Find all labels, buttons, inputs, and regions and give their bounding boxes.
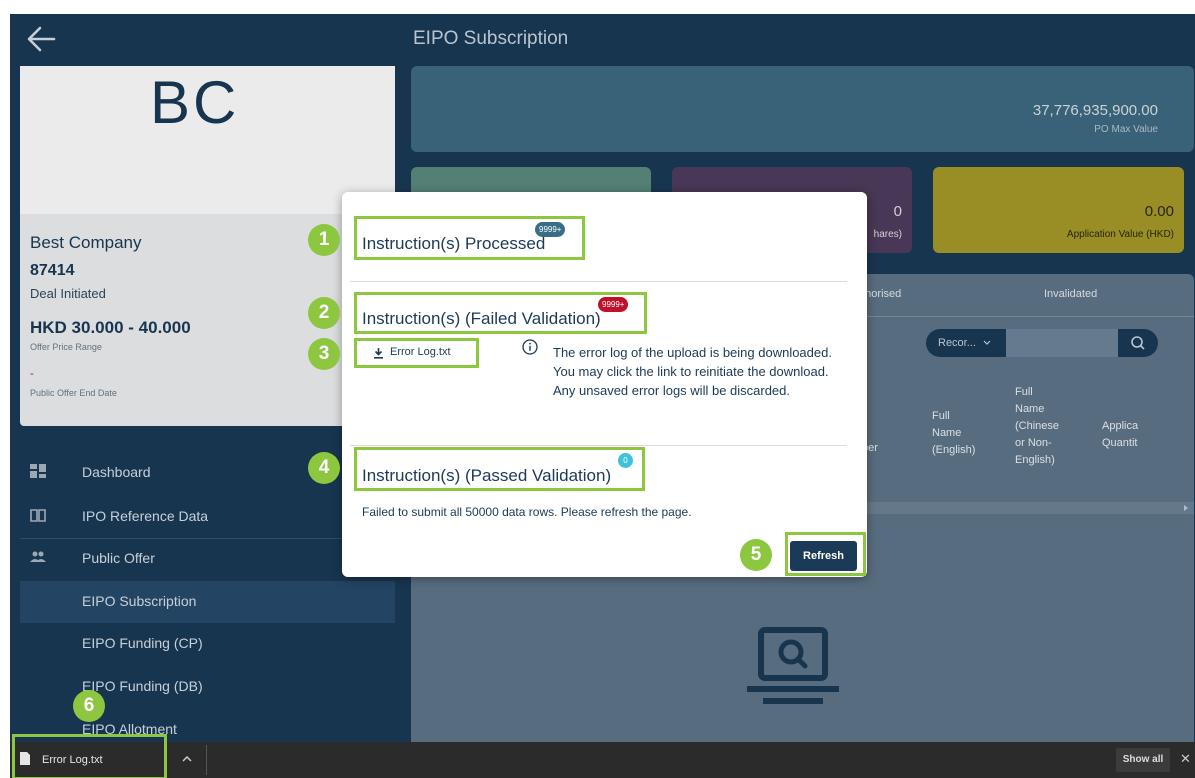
passed-count-badge: 0 xyxy=(618,453,633,468)
step-marker-6: 6 xyxy=(73,690,105,722)
step-marker-4: 4 xyxy=(308,452,340,484)
upload-result-dialog: Instruction(s) Processed 9999+ Instructi… xyxy=(342,192,867,577)
info-icon xyxy=(522,339,538,355)
failed-count-badge: 9999+ xyxy=(598,297,629,312)
refresh-button[interactable]: Refresh xyxy=(790,541,857,571)
show-all-button[interactable]: Show all xyxy=(1116,748,1170,772)
step-marker-5: 5 xyxy=(740,539,772,571)
instructions-passed-validation-title: Instruction(s) (Passed Validation) xyxy=(362,466,612,485)
section-divider xyxy=(350,281,847,282)
error-log-info-text: The error log of the upload is being dow… xyxy=(553,345,832,398)
step-marker-3: 3 xyxy=(308,338,340,370)
download-bar: Error Log.txt Show all ✕ xyxy=(10,734,1195,778)
failure-message: Failed to submit all 50000 data rows. Pl… xyxy=(362,505,692,519)
close-download-bar-button[interactable]: ✕ xyxy=(1180,751,1191,767)
step-marker-2: 2 xyxy=(308,297,340,329)
error-log-link-text[interactable]: Error Log.txt xyxy=(390,346,451,358)
download-icon xyxy=(374,348,383,359)
processed-count-badge: 9999+ xyxy=(535,222,566,237)
step-marker-1: 1 xyxy=(308,224,340,256)
section-divider xyxy=(350,445,847,446)
instructions-failed-validation-title: Instruction(s) (Failed Validation) xyxy=(362,309,601,328)
instructions-processed-title: Instruction(s) Processed xyxy=(362,234,546,253)
download-file-name[interactable]: Error Log.txt xyxy=(42,754,103,766)
file-icon xyxy=(20,752,30,765)
chevron-up-icon[interactable] xyxy=(182,755,192,763)
download-bar-divider xyxy=(206,745,207,775)
